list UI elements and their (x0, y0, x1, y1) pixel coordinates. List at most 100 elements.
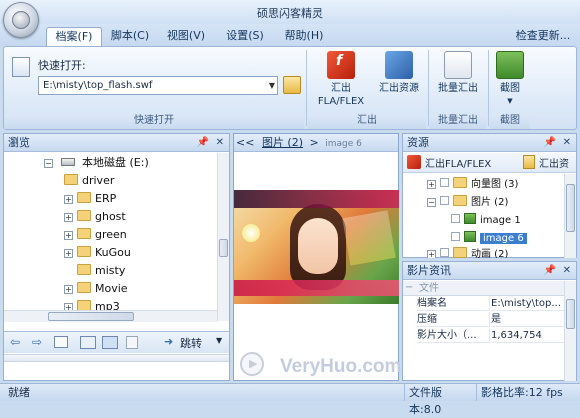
chevron-down-icon[interactable]: ▼ (216, 336, 222, 345)
browse-horizontal-scrollbar[interactable] (4, 310, 217, 322)
tree-folder-item[interactable]: misty (77, 262, 125, 279)
folder-icon (77, 264, 91, 275)
tree-vector-item[interactable]: + 向量图 (3) (427, 176, 518, 193)
section-row: − 文件 (403, 281, 564, 296)
tree-images-item[interactable]: − 图片 (2) (427, 194, 508, 211)
photo-face (298, 218, 338, 274)
resources-export-button[interactable]: 汇出资 (539, 155, 569, 170)
ribbon-tab-bar: 档案(F) 脚本(C) 视图(V) 设置(S) 帮助(H) 检查更新... (0, 24, 580, 46)
expand-icon[interactable]: + (64, 285, 73, 294)
checkbox[interactable] (440, 196, 449, 205)
scrollbar-thumb[interactable] (219, 239, 228, 257)
preview-pane: << 图片 (2) > image 6 ▶ VeryHuo.com (233, 133, 401, 381)
close-icon[interactable]: ✕ (563, 134, 571, 151)
details-view-icon[interactable] (102, 336, 118, 349)
screenshot-group: 截图 ▼ 截图 (490, 47, 530, 129)
chevron-down-icon[interactable]: ▼ (492, 95, 528, 108)
prop-value[interactable]: 1,634,754 (491, 328, 564, 343)
dropdown-arrow-icon[interactable]: ▼ (269, 77, 275, 94)
pin-icon[interactable]: 📌 (544, 134, 556, 151)
tab-script[interactable]: 脚本(C) (106, 27, 154, 46)
jump-button[interactable]: 跳转 (180, 335, 202, 351)
file-list[interactable] (4, 354, 229, 380)
checkbox[interactable] (440, 178, 449, 187)
tab-settings[interactable]: 设置(S) (220, 27, 270, 46)
tree-folder-item[interactable]: + Movie (64, 280, 128, 297)
ribbon: 快速打开: E:\misty\top_flash.swf ▼ 快速打开 f 汇出… (3, 46, 577, 130)
tree-image1-item[interactable]: image 1 (451, 212, 521, 229)
checkbox[interactable] (451, 214, 460, 223)
expand-icon[interactable]: + (427, 180, 436, 189)
expand-icon[interactable]: + (64, 249, 73, 258)
up-folder-icon[interactable] (54, 336, 68, 348)
play-button[interactable]: ▶ (240, 352, 264, 376)
checkbox[interactable] (451, 232, 460, 241)
tab-help[interactable]: 帮助(H) (279, 27, 329, 46)
window-title: 硕思闪客精灵 (257, 7, 323, 20)
pin-icon[interactable]: 📌 (544, 262, 556, 279)
folder-icon (453, 177, 467, 188)
expand-icon[interactable]: + (64, 231, 73, 240)
resources-vertical-scrollbar[interactable] (564, 174, 576, 258)
collapse-icon[interactable]: − (44, 159, 53, 168)
batch-export-button[interactable]: 批量汇出 (432, 51, 484, 95)
open-folder-button[interactable] (283, 76, 301, 94)
tree-drive-item[interactable]: − 本地磁盘 (E:) (44, 154, 149, 171)
close-icon[interactable]: ✕ (563, 262, 571, 279)
tree-folder-item[interactable]: + ERP (64, 190, 116, 207)
tree-folder-item[interactable]: + ghost (64, 208, 126, 225)
batch-export-group: 批量汇出 批量汇出 (430, 47, 486, 129)
browse-vertical-scrollbar[interactable] (217, 153, 229, 321)
expand-icon[interactable]: + (64, 213, 73, 222)
prop-value[interactable]: 是 (491, 312, 564, 327)
tab-file[interactable]: 档案(F) (46, 27, 102, 46)
export-resources-button[interactable]: 汇出资源 (374, 51, 424, 95)
export-resources-icon (523, 155, 535, 169)
app-menu-button[interactable] (3, 2, 39, 38)
browse-pane-header: 瀏览 📌 ✕ (4, 134, 229, 152)
batch-export-group-label: 批量汇出 (430, 114, 486, 129)
page-icon[interactable] (126, 336, 138, 349)
collapse-icon[interactable]: − (427, 198, 436, 207)
scrollbar-thumb[interactable] (48, 312, 134, 321)
breadcrumb-images[interactable]: 图片 (2) (262, 136, 303, 149)
export-fla-flex-button[interactable]: f 汇出FLA/FLEX (310, 51, 372, 108)
flash-icon: f (327, 51, 355, 79)
tab-view[interactable]: 视图(V) (161, 27, 211, 46)
scrollbar-thumb[interactable] (566, 299, 575, 329)
photo-top-band (234, 190, 399, 208)
folder-label: ERP (95, 192, 117, 205)
screenshot-button[interactable]: 截图 ▼ (492, 51, 528, 108)
prop-value[interactable]: E:\misty\top... (491, 296, 564, 311)
forward-arrow-icon[interactable]: ⇨ (32, 335, 42, 349)
expand-icon[interactable]: + (427, 250, 436, 258)
list-view-icon[interactable] (80, 336, 96, 349)
tree-animation-item[interactable]: + 动画 (2) (427, 246, 508, 258)
movie-info-vertical-scrollbar[interactable] (564, 281, 576, 381)
close-icon[interactable]: ✕ (216, 134, 224, 151)
scrollbar-thumb[interactable] (566, 184, 575, 232)
preview-header: << 图片 (2) > image 6 (234, 134, 398, 152)
back-arrow-icon[interactable]: ⇦ (10, 335, 20, 349)
resources-toolbar: 汇出FLA/FLEX 汇出资 (403, 153, 576, 173)
resources-export-fla-button[interactable]: 汇出FLA/FLEX (425, 155, 491, 170)
tree-folder-item[interactable]: + green (64, 226, 127, 243)
tree-folder-item[interactable]: + KuGou (64, 244, 131, 261)
folder-label: ghost (95, 210, 126, 223)
tree-folder-item[interactable]: driver (64, 172, 114, 189)
checkbox[interactable] (440, 248, 449, 257)
folder-icon (77, 228, 91, 239)
image-icon (464, 231, 476, 242)
expand-icon[interactable]: + (64, 195, 73, 204)
orb-icon (12, 11, 30, 29)
document-icon (12, 57, 30, 77)
tree-item-label: 动画 (2) (471, 249, 509, 258)
tree-item-label: 向量图 (3) (471, 179, 519, 190)
tree-image6-item[interactable]: image 6 (451, 230, 527, 247)
quick-open-path-input[interactable]: E:\misty\top_flash.swf ▼ (38, 76, 278, 95)
pin-icon[interactable]: 📌 (197, 134, 209, 151)
nav-back-button[interactable]: << (236, 136, 254, 149)
quick-open-path-value: E:\misty\top_flash.swf (43, 80, 153, 91)
collapse-icon[interactable]: − (405, 281, 413, 295)
check-update-link[interactable]: 检查更新... (510, 27, 576, 46)
